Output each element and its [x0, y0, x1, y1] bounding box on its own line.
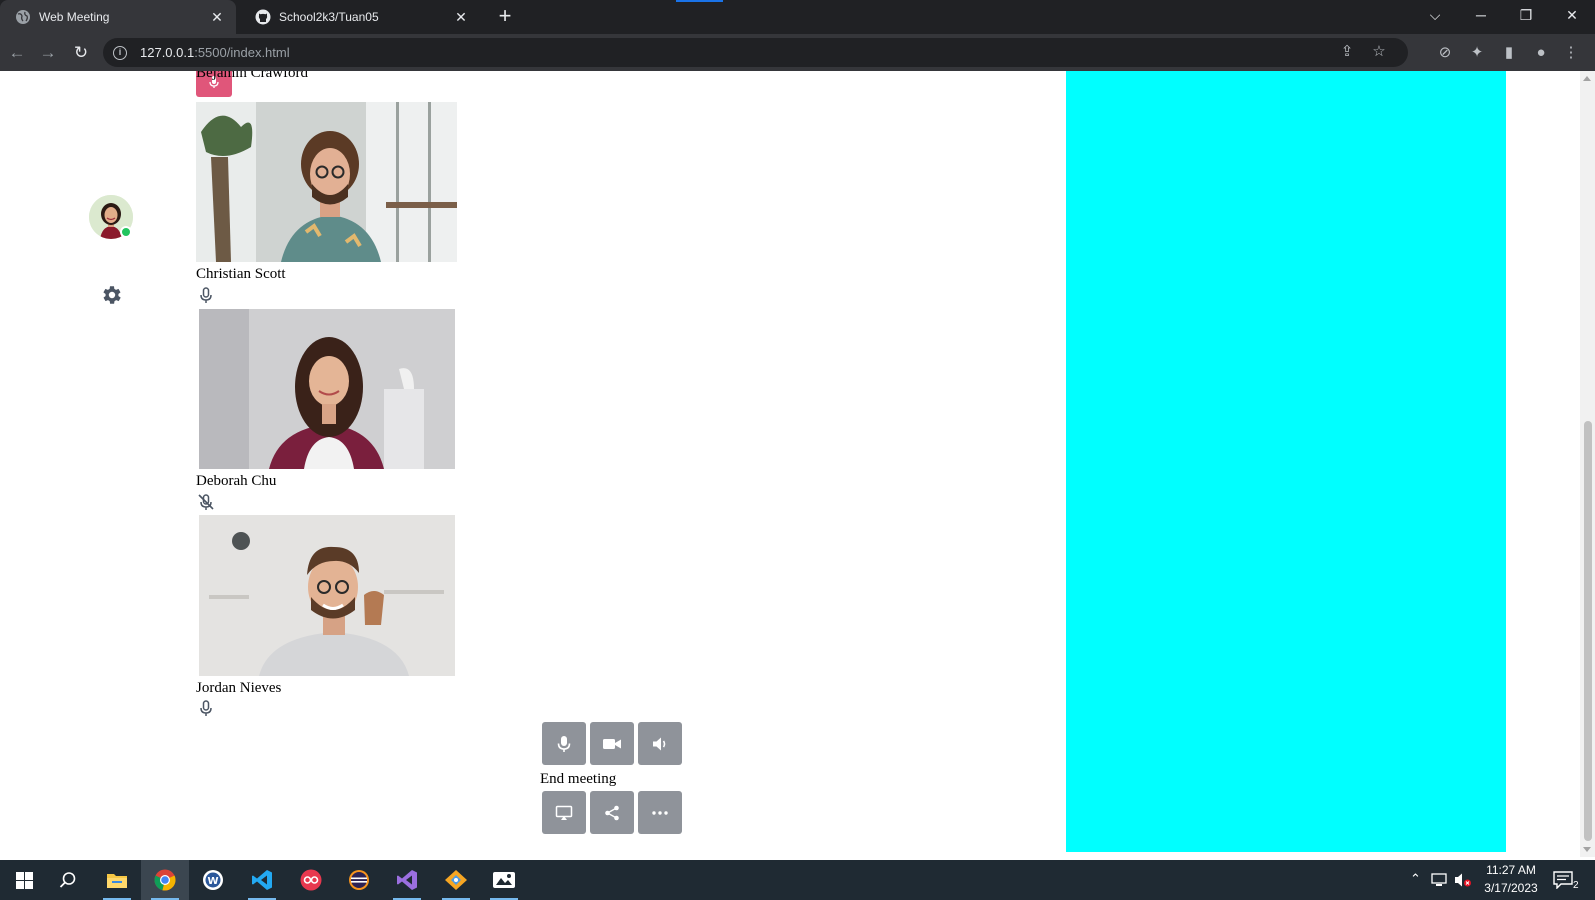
page-viewport: Bejamin Crawford Christian Scott Deborah… — [0, 71, 1580, 857]
more-options-button[interactable] — [638, 791, 682, 834]
chrome-logo — [154, 869, 176, 891]
windows-start-icon[interactable] — [0, 860, 48, 900]
word-logo: W — [203, 870, 223, 890]
windows-taskbar: W ⌃ 11:27 AM 3/17/2023 2 — [0, 860, 1595, 900]
end-meeting-button[interactable]: End meeting — [540, 771, 616, 788]
participant-name: Christian Scott — [196, 266, 286, 282]
share-icon — [605, 805, 619, 820]
participant-name: Bejamin Crawford — [196, 71, 309, 81]
tab-title: Web Meeting — [39, 10, 110, 24]
more-icon — [652, 810, 668, 815]
microphone-icon[interactable] — [197, 286, 215, 304]
browser-tabstrip: Web Meeting ✕ School2k3/Tuan05 ✕ + ⌵ ─ ❐… — [0, 0, 1595, 34]
paint-logo — [493, 872, 515, 888]
back-arrow-icon[interactable]: ← — [4, 40, 30, 66]
page-scrollbar[interactable] — [1580, 71, 1595, 857]
profile-icon[interactable]: ● — [1530, 42, 1552, 64]
participant-video-jordan-nieves — [199, 515, 455, 676]
close-tab-icon[interactable]: ✕ — [206, 9, 228, 26]
chrome-icon[interactable] — [141, 860, 189, 900]
scroll-down-arrow-icon[interactable] — [1583, 847, 1591, 852]
bookmark-star-icon[interactable]: ☆ — [1369, 42, 1389, 62]
site-info-icon[interactable]: i — [113, 45, 127, 60]
restore-icon[interactable]: ❐ — [1503, 0, 1549, 30]
svg-text:W: W — [207, 876, 218, 887]
tray-chevron-icon[interactable]: ⌃ — [1410, 871, 1421, 887]
network-icon[interactable] — [1430, 873, 1448, 887]
reload-icon[interactable]: ↻ — [68, 40, 94, 66]
share-button[interactable] — [590, 791, 634, 834]
gear-icon[interactable] — [99, 283, 123, 307]
tab-web-meeting[interactable]: Web Meeting ✕ — [0, 0, 236, 34]
windows-logo — [15, 871, 33, 889]
github-icon — [255, 9, 271, 25]
kebab-menu-icon[interactable]: ⋮ — [1560, 42, 1582, 64]
folder — [107, 874, 127, 888]
vscode-icon[interactable] — [238, 860, 286, 900]
scroll-thumb[interactable] — [1584, 421, 1592, 841]
scroll-up-arrow-icon[interactable] — [1583, 76, 1591, 81]
url-text: 127.0.0.1:5500/index.html — [140, 45, 290, 60]
online-status-dot — [120, 226, 132, 238]
magnifier — [59, 872, 76, 888]
flickr-icon[interactable] — [287, 860, 335, 900]
paint-icon[interactable] — [480, 860, 528, 900]
visual-studio-icon[interactable] — [383, 860, 431, 900]
new-tab-button[interactable]: + — [492, 4, 518, 30]
side-panel-icon[interactable]: ▮ — [1498, 42, 1520, 64]
forward-arrow-icon[interactable]: → — [35, 40, 61, 66]
microphone-icon — [557, 735, 571, 752]
video-camera-icon — [603, 738, 621, 749]
toggle-speaker-button[interactable] — [638, 722, 682, 765]
word-icon[interactable]: W — [189, 860, 237, 900]
close-tab-icon[interactable]: ✕ — [450, 9, 472, 26]
vscode-logo — [252, 870, 272, 890]
toggle-mic-button[interactable] — [542, 722, 586, 765]
tab-title: School2k3/Tuan05 — [279, 10, 379, 24]
compass-extension-icon[interactable]: ⊘ — [1434, 42, 1456, 64]
file-explorer-icon[interactable] — [93, 860, 141, 900]
clock-date[interactable]: 3/17/2023 — [1480, 881, 1542, 895]
microphone-muted-icon[interactable] — [197, 493, 215, 511]
participant-name: Jordan Nieves — [196, 680, 282, 696]
tab-search-indicator — [676, 0, 723, 2]
notifications-icon[interactable] — [1553, 871, 1573, 889]
participant-video-deborah-chu — [199, 309, 455, 469]
eclipse-logo — [349, 870, 369, 890]
speaker-icon — [653, 737, 666, 750]
participant-video-christian-scott — [196, 102, 457, 262]
flickr-logo — [300, 869, 322, 891]
clock-time[interactable]: 11:27 AM — [1480, 863, 1542, 877]
git-icon[interactable] — [432, 860, 480, 900]
participant-photo — [199, 515, 455, 676]
share-page-icon[interactable]: ⇪ — [1337, 42, 1357, 62]
address-bar[interactable]: i 127.0.0.1:5500/index.html ⇪ ☆ — [103, 38, 1408, 67]
git-logo — [445, 870, 467, 890]
globe-icon — [16, 10, 30, 24]
visual-studio-logo — [397, 870, 417, 890]
participant-photo — [199, 309, 455, 469]
notification-count: 2 — [1573, 880, 1579, 891]
minimize-icon[interactable]: ─ — [1458, 0, 1504, 30]
search-icon[interactable] — [44, 860, 92, 900]
eclipse-icon[interactable] — [335, 860, 383, 900]
present-screen-button[interactable] — [542, 791, 586, 834]
tab-search-chevron-icon[interactable]: ⌵ — [1412, 0, 1458, 30]
chat-panel — [1066, 71, 1506, 852]
extensions-puzzle-icon[interactable]: ✦ — [1466, 42, 1488, 64]
browser-toolbar: ← → ↻ i 127.0.0.1:5500/index.html ⇪ ☆ ⊘ … — [0, 34, 1595, 71]
screen-share-icon — [555, 805, 573, 820]
close-window-icon[interactable]: ✕ — [1549, 0, 1595, 30]
volume-muted-icon[interactable] — [1454, 872, 1472, 888]
tab-github-repo[interactable]: School2k3/Tuan05 ✕ — [240, 0, 480, 34]
microphone-icon[interactable] — [197, 699, 215, 717]
participant-name: Deborah Chu — [196, 473, 277, 489]
participant-photo — [196, 102, 457, 262]
toggle-camera-button[interactable] — [590, 722, 634, 765]
